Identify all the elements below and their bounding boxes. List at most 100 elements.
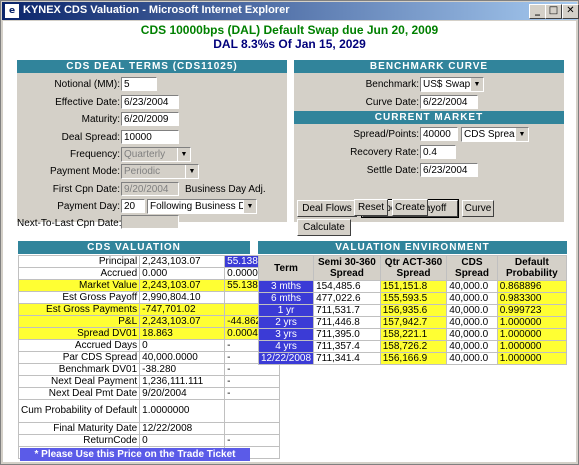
cds-spread-cell: 40,000.0 <box>446 304 498 317</box>
term-cell: 2 yrs <box>257 316 315 329</box>
window-title: KYNEX CDS Valuation - Microsoft Internet… <box>23 4 290 16</box>
benchmark-select[interactable]: US$ Swap ▼ <box>420 77 484 92</box>
minimize-button[interactable]: _ <box>529 4 546 19</box>
term-cell: 3 mths <box>257 280 315 293</box>
valuation-extra <box>224 422 281 435</box>
term-cell: 3 yrs <box>257 328 315 341</box>
environment-table: Term Semi 30-360 Spread Qtr ACT-360 Spread… <box>257 255 568 365</box>
qtr-spread-cell: 156,166.9 <box>379 352 448 365</box>
valuation-row: Principal 2,243,103.07 55.138* <box>17 255 281 268</box>
benchmark-panel: BENCHMARK CURVE Benchmark: US$ Swap ▼ Cur… <box>294 60 564 236</box>
spread-type-select[interactable]: CDS Spread ▼ <box>461 127 529 142</box>
page-content: CDS 10000bps (DAL) Default Swap due Jun … <box>3 21 576 462</box>
page-title: CDS 10000bps (DAL) Default Swap due Jun … <box>140 23 439 37</box>
valuation-label: Next Deal Pmt Date <box>17 387 141 400</box>
next-to-last-input[interactable] <box>121 215 179 229</box>
benchmark-value: US$ Swap <box>423 79 471 90</box>
recovery-input[interactable]: 0.4 <box>420 145 456 159</box>
next-to-last-label: Next-To-Last Cpn Date: <box>17 218 122 229</box>
valuation-label: Accrued Days <box>17 339 141 352</box>
payment-day-input[interactable]: 20 <box>121 199 145 213</box>
cds-spread-cell: 40,000.0 <box>446 340 498 353</box>
semi-spread-cell: 477,022.6 <box>313 292 381 305</box>
valuation-title: CDS VALUATION <box>18 241 250 254</box>
term-cell: 1 yr <box>257 304 315 317</box>
valuation-value: 12/22/2008 <box>139 422 226 435</box>
calculate-button[interactable]: Calculate <box>297 219 351 236</box>
valuation-row: Est Gross Payoff 2,990,804.10 <box>17 291 281 304</box>
bda-select[interactable]: Following Business Day ▼ <box>147 199 257 214</box>
environment-row: 2 yrs 711,446.8 157,942.7 40,000.0 1.000000 <box>257 316 568 329</box>
valuation-label: Est Gross Payoff <box>17 291 141 304</box>
deal-terms-title: CDS DEAL TERMS (CDS11025) <box>17 60 287 73</box>
cds-spread-cell: 40,000.0 <box>446 316 498 329</box>
create-button[interactable]: Create <box>392 199 428 216</box>
cds-spread-cell: 40,000.0 <box>446 292 498 305</box>
valuation-extra <box>224 399 281 423</box>
close-button[interactable]: ✕ <box>562 4 579 19</box>
valuation-row: Est Gross Payments -747,701.02 <box>17 303 281 316</box>
valuation-label: Cum Probability of Default <box>17 399 141 423</box>
term-cell: 12/22/2008 <box>257 352 315 365</box>
recovery-label: Recovery Rate: <box>350 147 419 158</box>
effective-date-label: Effective Date: <box>55 97 120 108</box>
term-cell: 4 yrs <box>257 340 315 353</box>
first-cpn-input[interactable]: 9/20/2004 <box>121 182 179 196</box>
payment-mode-label: Payment Mode: <box>49 166 120 177</box>
environment-row: 6 mths 477,022.6 155,593.5 40,000.0 0.983300 <box>257 292 568 305</box>
default-probability-cell: 0.983300 <box>496 292 568 305</box>
term-cell: 6 mths <box>257 292 315 305</box>
qtr-spread-cell: 158,726.2 <box>379 340 448 353</box>
notional-input[interactable]: 5 <box>121 77 157 91</box>
valuation-extra: - <box>224 363 281 376</box>
environment-row: 3 mths 154,485.6 151,151.8 40,000.0 0.868896 <box>257 280 568 293</box>
valuation-value: 2,243,103.07 <box>139 279 226 292</box>
settle-date-input[interactable]: 6/23/2004 <box>420 163 478 177</box>
curve-button[interactable]: Curve <box>462 200 494 217</box>
chevron-down-icon: ▼ <box>185 165 198 178</box>
cds-spread-cell: 40,000.0 <box>446 280 498 293</box>
default-probability-cell: 0.999723 <box>496 304 568 317</box>
qtr-spread-cell: 157,942.7 <box>379 316 448 329</box>
default-probability-cell: 0.868896 <box>496 280 568 293</box>
valuation-value: 1.0000000 <box>139 399 226 423</box>
spread-points-input[interactable]: 40000 <box>420 127 458 141</box>
valuation-row: Spread DV01 18.863 0.0004 <box>17 327 281 340</box>
valuation-row: ReturnCode 0- <box>17 434 281 447</box>
payment-day-label: Payment Day: <box>57 201 120 212</box>
environment-title: VALUATION ENVIRONMENT <box>258 241 567 254</box>
semi-spread-cell: 711,341.4 <box>313 352 381 365</box>
valuation-row: Next Deal Pmt Date 9/20/2004- <box>17 387 281 400</box>
spread-type-value: CDS Spread <box>464 129 521 140</box>
payment-mode-value: Periodic <box>124 166 161 177</box>
deal-spread-input[interactable]: 10000 <box>121 130 179 144</box>
valuation-row: Market Value 2,243,103.07 55.138 <box>17 279 281 292</box>
qtr-spread-cell: 151,151.8 <box>379 280 448 293</box>
deal-flows-button[interactable]: Deal Flows <box>297 200 357 217</box>
qtr-spread-cell: 156,935.6 <box>379 304 448 317</box>
valuation-row: Next Deal Payment 1,236,111.111- <box>17 375 281 388</box>
frequency-select[interactable]: Quarterly ▼ <box>121 147 191 162</box>
environment-header: CDS Spread <box>446 255 498 281</box>
qtr-spread-cell: 158,221.1 <box>379 328 448 341</box>
default-probability-cell: 1.000000 <box>496 352 568 365</box>
valuation-row: Benchmark DV01 -38.280- <box>17 363 281 376</box>
valuation-label: Spread DV01 <box>17 327 141 340</box>
valuation-value: -747,701.02 <box>139 303 226 316</box>
maturity-label: Maturity: <box>81 114 120 125</box>
reset-button[interactable]: Reset <box>354 199 388 216</box>
settle-date-label: Settle Date: <box>366 165 419 176</box>
payment-mode-select[interactable]: Periodic ▼ <box>121 164 199 179</box>
curve-date-input[interactable]: 6/22/2004 <box>420 95 478 109</box>
deal-terms-panel: CDS DEAL TERMS (CDS11025) Notional (MM):… <box>17 60 287 229</box>
valuation-value: 2,243,103.07 <box>139 315 226 328</box>
valuation-row: Cum Probability of Default 1.0000000 <box>17 399 281 423</box>
default-probability-cell: 1.000000 <box>496 340 568 353</box>
maturity-input[interactable]: 6/20/2009 <box>121 112 179 126</box>
valuation-label: Market Value <box>17 279 141 292</box>
valuation-value: 2,243,103.07 <box>139 255 226 268</box>
maximize-button[interactable]: □ <box>545 4 562 19</box>
chevron-down-icon: ▼ <box>470 78 483 91</box>
effective-date-input[interactable]: 6/23/2004 <box>121 95 179 109</box>
default-probability-cell: 1.000000 <box>496 316 568 329</box>
